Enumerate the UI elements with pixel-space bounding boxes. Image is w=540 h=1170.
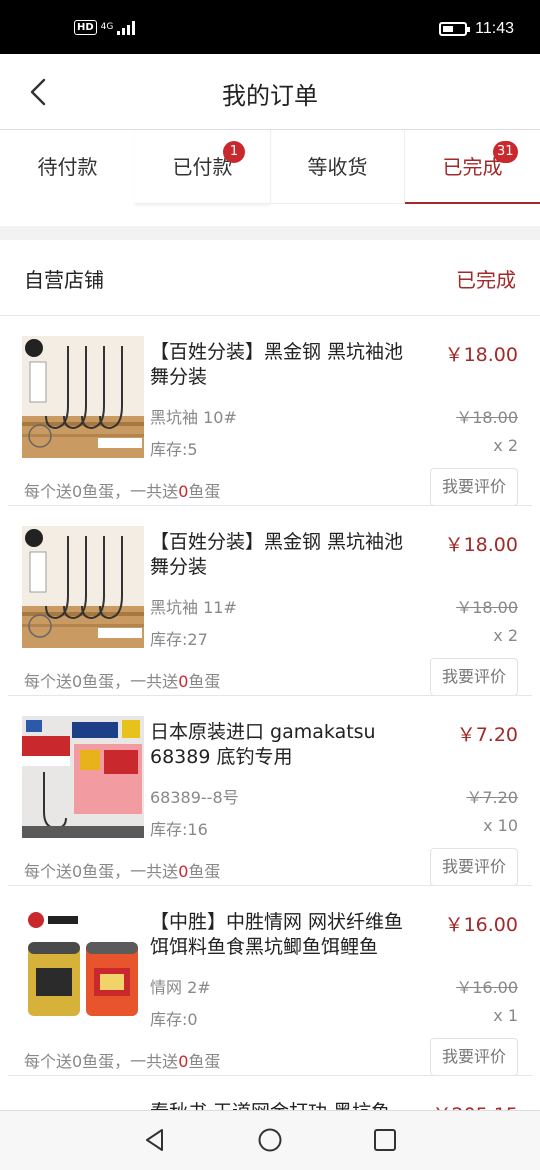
- stock-count: 库存:5: [150, 440, 198, 459]
- gift-prefix: 每个送0鱼蛋，一共送: [24, 482, 179, 501]
- product-name: 【中胜】中胜情网 网状纤维鱼饵饵料鱼食黑坑鲫鱼饵鲤鱼: [150, 911, 404, 958]
- gift-prefix: 每个送0鱼蛋，一共送: [24, 1052, 179, 1071]
- original-price: ￥18.00: [456, 598, 518, 617]
- gift-suffix: 鱼蛋: [188, 1052, 221, 1071]
- stock-count: 库存:27: [150, 630, 208, 649]
- signal-icon: [117, 20, 136, 35]
- product-price: ￥205.15: [433, 1100, 518, 1110]
- quantity: x 10: [483, 816, 518, 835]
- product-spec: 黑坑袖 10#: [150, 408, 237, 427]
- quantity: x 2: [493, 436, 518, 455]
- store-row[interactable]: 自营店铺 已完成: [0, 240, 540, 316]
- product-name: 【百姓分装】黑金钢 黑坑袖池舞分装: [150, 531, 404, 578]
- product-spec: 黑坑袖 11#: [150, 598, 237, 617]
- gift-total: 0: [178, 1052, 189, 1071]
- product-thumbnail[interactable]: [22, 526, 144, 648]
- tab-awaiting-delivery[interactable]: 等收货: [270, 130, 405, 204]
- gift-suffix: 鱼蛋: [188, 482, 221, 501]
- tab-label: 等收货: [307, 155, 368, 179]
- product-price: ￥16.00: [444, 914, 518, 936]
- order-card: 自营店铺 已完成 【百姓分装】黑金钢 黑坑袖池舞分装 ￥18.00 黑坑袖 10…: [0, 240, 540, 1110]
- status-indicators: HD 4G: [74, 20, 136, 35]
- gift-info: 每个送0鱼蛋，一共送0鱼蛋: [24, 668, 220, 692]
- tab-completed[interactable]: 已完成 31: [405, 130, 540, 204]
- tab-label: 已付款: [172, 155, 233, 179]
- hd-icon: HD: [74, 20, 97, 35]
- original-price: ￥16.00: [456, 978, 518, 997]
- gift-suffix: 鱼蛋: [188, 862, 221, 881]
- gift-info: 每个送0鱼蛋，一共送0鱼蛋: [24, 1048, 220, 1072]
- tab-label: 已完成: [442, 155, 503, 179]
- product-thumbnail[interactable]: [22, 336, 144, 458]
- gift-info: 每个送0鱼蛋，一共送0鱼蛋: [24, 478, 220, 502]
- tab-badge: 1: [223, 141, 245, 163]
- product-price: ￥18.00: [444, 344, 518, 366]
- review-button[interactable]: 我要评价: [430, 1038, 518, 1076]
- battery-icon: [439, 22, 471, 36]
- nav-back-icon[interactable]: [142, 1127, 168, 1153]
- header: 我的订单: [0, 54, 540, 130]
- gift-suffix: 鱼蛋: [188, 672, 221, 691]
- original-price: ￥7.20: [466, 788, 518, 807]
- review-button[interactable]: 我要评价: [430, 658, 518, 696]
- product-name: 日本原装进口 gamakatsu 68389 底钓专用: [150, 721, 376, 768]
- review-button[interactable]: 我要评价: [430, 468, 518, 506]
- product-price: ￥7.20: [456, 724, 518, 746]
- clock: 11:43: [475, 20, 514, 37]
- tab-paid[interactable]: 已付款 1: [135, 130, 270, 204]
- status-bar: HD 4G 11:43: [0, 0, 540, 54]
- gift-total: 0: [178, 482, 189, 501]
- product-thumbnail[interactable]: [22, 906, 144, 1028]
- tab-pending-payment[interactable]: 待付款: [0, 130, 135, 204]
- gift-prefix: 每个送0鱼蛋，一共送: [24, 862, 179, 881]
- review-button[interactable]: 我要评价: [430, 848, 518, 886]
- network-type: 4G: [100, 22, 114, 32]
- product-name: 春秋书 王道网金打功 黑坑鱼: [150, 1100, 422, 1110]
- quantity: x 2: [493, 626, 518, 645]
- tab-badge: 31: [493, 141, 518, 163]
- product-price: ￥18.00: [444, 534, 518, 556]
- divider: [8, 1075, 532, 1076]
- gift-total: 0: [178, 862, 189, 881]
- product-spec: 68389--8号: [150, 788, 239, 807]
- product-spec: 情网 2#: [150, 978, 211, 997]
- order-tabs: 待付款 已付款 1 等收货 已完成 31: [0, 130, 540, 226]
- store-name: 自营店铺: [24, 268, 104, 292]
- order-item-partial[interactable]: 春秋书 王道网金打功 黑坑鱼 ￥205.15: [0, 1084, 540, 1110]
- tab-label: 待付款: [37, 155, 98, 179]
- product-name: 【百姓分装】黑金钢 黑坑袖池舞分装: [150, 341, 404, 388]
- original-price: ￥18.00: [456, 408, 518, 427]
- page-title: 我的订单: [222, 82, 318, 110]
- gift-info: 每个送0鱼蛋，一共送0鱼蛋: [24, 858, 220, 882]
- nav-recent-apps-icon[interactable]: [372, 1127, 398, 1153]
- order-status: 已完成: [456, 268, 516, 292]
- stock-count: 库存:0: [150, 1010, 198, 1029]
- gift-prefix: 每个送0鱼蛋，一共送: [24, 672, 179, 691]
- product-thumbnail[interactable]: [22, 716, 144, 838]
- gift-total: 0: [178, 672, 189, 691]
- stock-count: 库存:16: [150, 820, 208, 839]
- order-item[interactable]: 【百姓分装】黑金钢 黑坑袖池舞分装 ￥18.00 黑坑袖 11# ￥18.00 …: [0, 506, 540, 696]
- order-item[interactable]: 【百姓分装】黑金钢 黑坑袖池舞分装 ￥18.00 黑坑袖 10# ￥18.00 …: [0, 316, 540, 506]
- nav-home-icon[interactable]: [257, 1127, 283, 1153]
- order-item[interactable]: 【中胜】中胜情网 网状纤维鱼饵饵料鱼食黑坑鲫鱼饵鲤鱼 ￥16.00 情网 2# …: [0, 886, 540, 1076]
- order-item[interactable]: 日本原装进口 gamakatsu 68389 底钓专用 ￥7.20 68389-…: [0, 696, 540, 886]
- quantity: x 1: [493, 1006, 518, 1025]
- system-nav-bar: [0, 1110, 540, 1170]
